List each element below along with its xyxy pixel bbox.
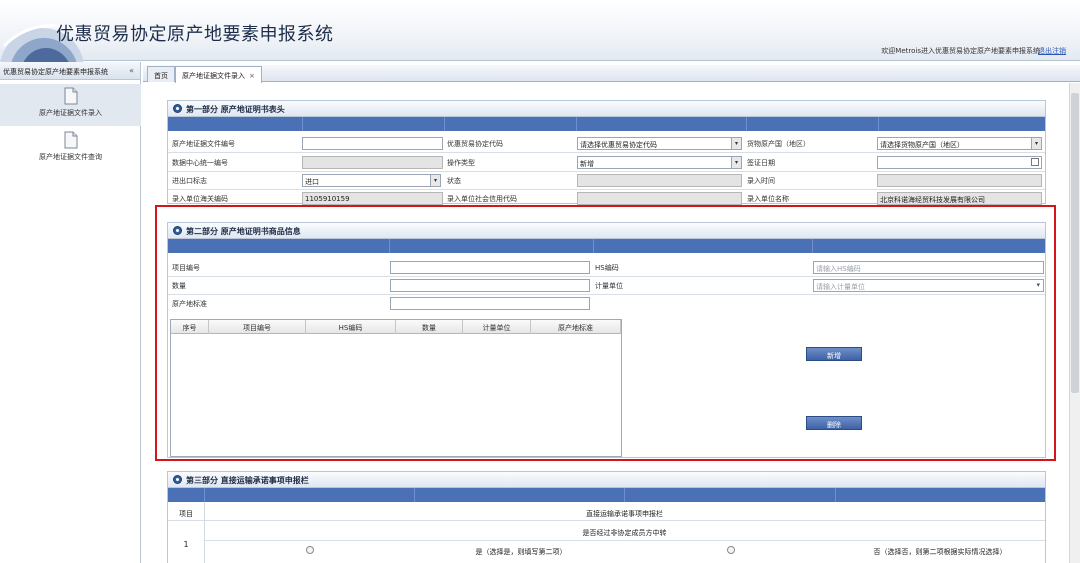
select-value: 新增 [580, 160, 594, 168]
column-band [168, 117, 1045, 131]
status-label: 状态 [447, 177, 461, 185]
option-no-label: 否（选择否，则第二项根据实际情况选择） [873, 548, 1007, 556]
data-center-field [302, 156, 443, 169]
agreement-select[interactable]: 请选择优惠贸易协定代码 ▾ [577, 137, 742, 150]
unit-credit-field [577, 192, 742, 205]
chevron-down-icon[interactable]: ▾ [1031, 138, 1041, 149]
sidebar-header[interactable]: 优惠贸易协定原产地要素申报系统 « [0, 62, 140, 80]
section-title: 第一部分 原产地证明书表头 [168, 101, 1045, 117]
op-type-select[interactable]: 新增 ▾ [577, 156, 742, 169]
app-title: 优惠贸易协定原产地要素申报系统 [56, 24, 334, 45]
radio-no[interactable] [727, 546, 735, 554]
section-title: 第三部分 直接运输承诺事项申报栏 [168, 472, 1045, 488]
welcome-text: 欢迎Metrois进入优惠贸易协定原产地要素申报系统 [881, 47, 1040, 55]
sidebar-title: 优惠贸易协定原产地要素申报系统 [3, 68, 108, 76]
col-item-label: 项目 [179, 510, 193, 518]
scrollbar-thumb[interactable] [1071, 93, 1079, 393]
column-band [168, 488, 1045, 502]
data-center-label: 数据中心统一编号 [172, 159, 228, 167]
doc-no-label: 原产地证据文件编号 [172, 140, 235, 148]
tab-origin-entry[interactable]: 原产地证据文件录入 × [175, 66, 262, 83]
collapse-icon[interactable]: « [129, 66, 134, 75]
chevron-down-icon[interactable]: ▾ [430, 175, 440, 186]
status-field [577, 174, 742, 187]
chevron-down-icon[interactable]: ▾ [731, 138, 741, 149]
entry-time-label: 录入时间 [747, 177, 775, 185]
document-icon [64, 131, 77, 149]
declaration-heading: 直接运输承诺事项申报栏 [586, 510, 663, 518]
ie-flag-label: 进出口标志 [172, 177, 207, 185]
tab-bar: 首页 原产地证据文件录入 × [143, 65, 1080, 83]
chevron-down-icon[interactable]: ▾ [731, 157, 741, 168]
unit-name-label: 录入单位名称 [747, 195, 789, 203]
agreement-label: 优惠贸易协定代码 [447, 140, 503, 148]
calendar-icon[interactable] [1031, 158, 1039, 166]
row-number: 1 [183, 540, 189, 549]
section-title-text: 第一部分 原产地证明书表头 [186, 105, 285, 114]
sidebar-item-label: 原产地证据文件查询 [39, 153, 102, 161]
op-type-label: 操作类型 [447, 159, 475, 167]
close-icon[interactable]: × [249, 72, 255, 80]
tab-label: 原产地证据文件录入 [182, 72, 245, 80]
option-yes-label: 是（选择是，则填写第二项） [475, 548, 567, 556]
sidebar-item-label: 原产地证据文件录入 [39, 109, 102, 117]
vertical-scrollbar[interactable] [1069, 83, 1080, 563]
entry-time-field [877, 174, 1042, 187]
transit-question: 是否经过非协定成员方中转 [582, 529, 667, 537]
tab-home[interactable]: 首页 [147, 66, 175, 82]
tab-label: 首页 [154, 72, 168, 80]
sidebar: 优惠贸易协定原产地要素申报系统 « 原产地证据文件录入 原产地证据文件查询 [0, 62, 141, 563]
highlight-box [155, 205, 1056, 461]
logout-link[interactable]: 退出注销 [1038, 46, 1066, 56]
section-bullet-icon [173, 475, 182, 484]
select-value: 请选择优惠贸易协定代码 [580, 141, 657, 149]
section-bullet-icon [173, 104, 182, 113]
sidebar-item-query[interactable]: 原产地证据文件查询 [0, 128, 141, 170]
section-title-text: 第三部分 直接运输承诺事项申报栏 [186, 476, 309, 485]
unit-name-field: 北京科诺海经贸科技发展有限公司 [877, 192, 1042, 205]
issue-date-label: 签证日期 [747, 159, 775, 167]
select-value: 进口 [305, 178, 319, 186]
origin-country-select[interactable]: 请选择货物原产国（地区） ▾ [877, 137, 1042, 150]
document-icon [64, 87, 77, 105]
unit-customs-field: 1105910159 [302, 192, 443, 205]
select-value: 请选择货物原产国（地区） [880, 141, 964, 149]
app-header: 优惠贸易协定原产地要素申报系统 欢迎Metrois进入优惠贸易协定原产地要素申报… [0, 0, 1080, 76]
doc-no-input[interactable] [302, 137, 443, 150]
unit-credit-label: 录入单位社会信用代码 [447, 195, 517, 203]
unit-customs-label: 录入单位海关编码 [172, 195, 228, 203]
issue-date-input[interactable] [877, 156, 1042, 169]
origin-country-label: 货物原产国（地区） [747, 140, 810, 148]
ie-flag-select[interactable]: 进口 ▾ [302, 174, 441, 187]
radio-yes[interactable] [306, 546, 314, 554]
sidebar-item-entry[interactable]: 原产地证据文件录入 [0, 84, 141, 126]
